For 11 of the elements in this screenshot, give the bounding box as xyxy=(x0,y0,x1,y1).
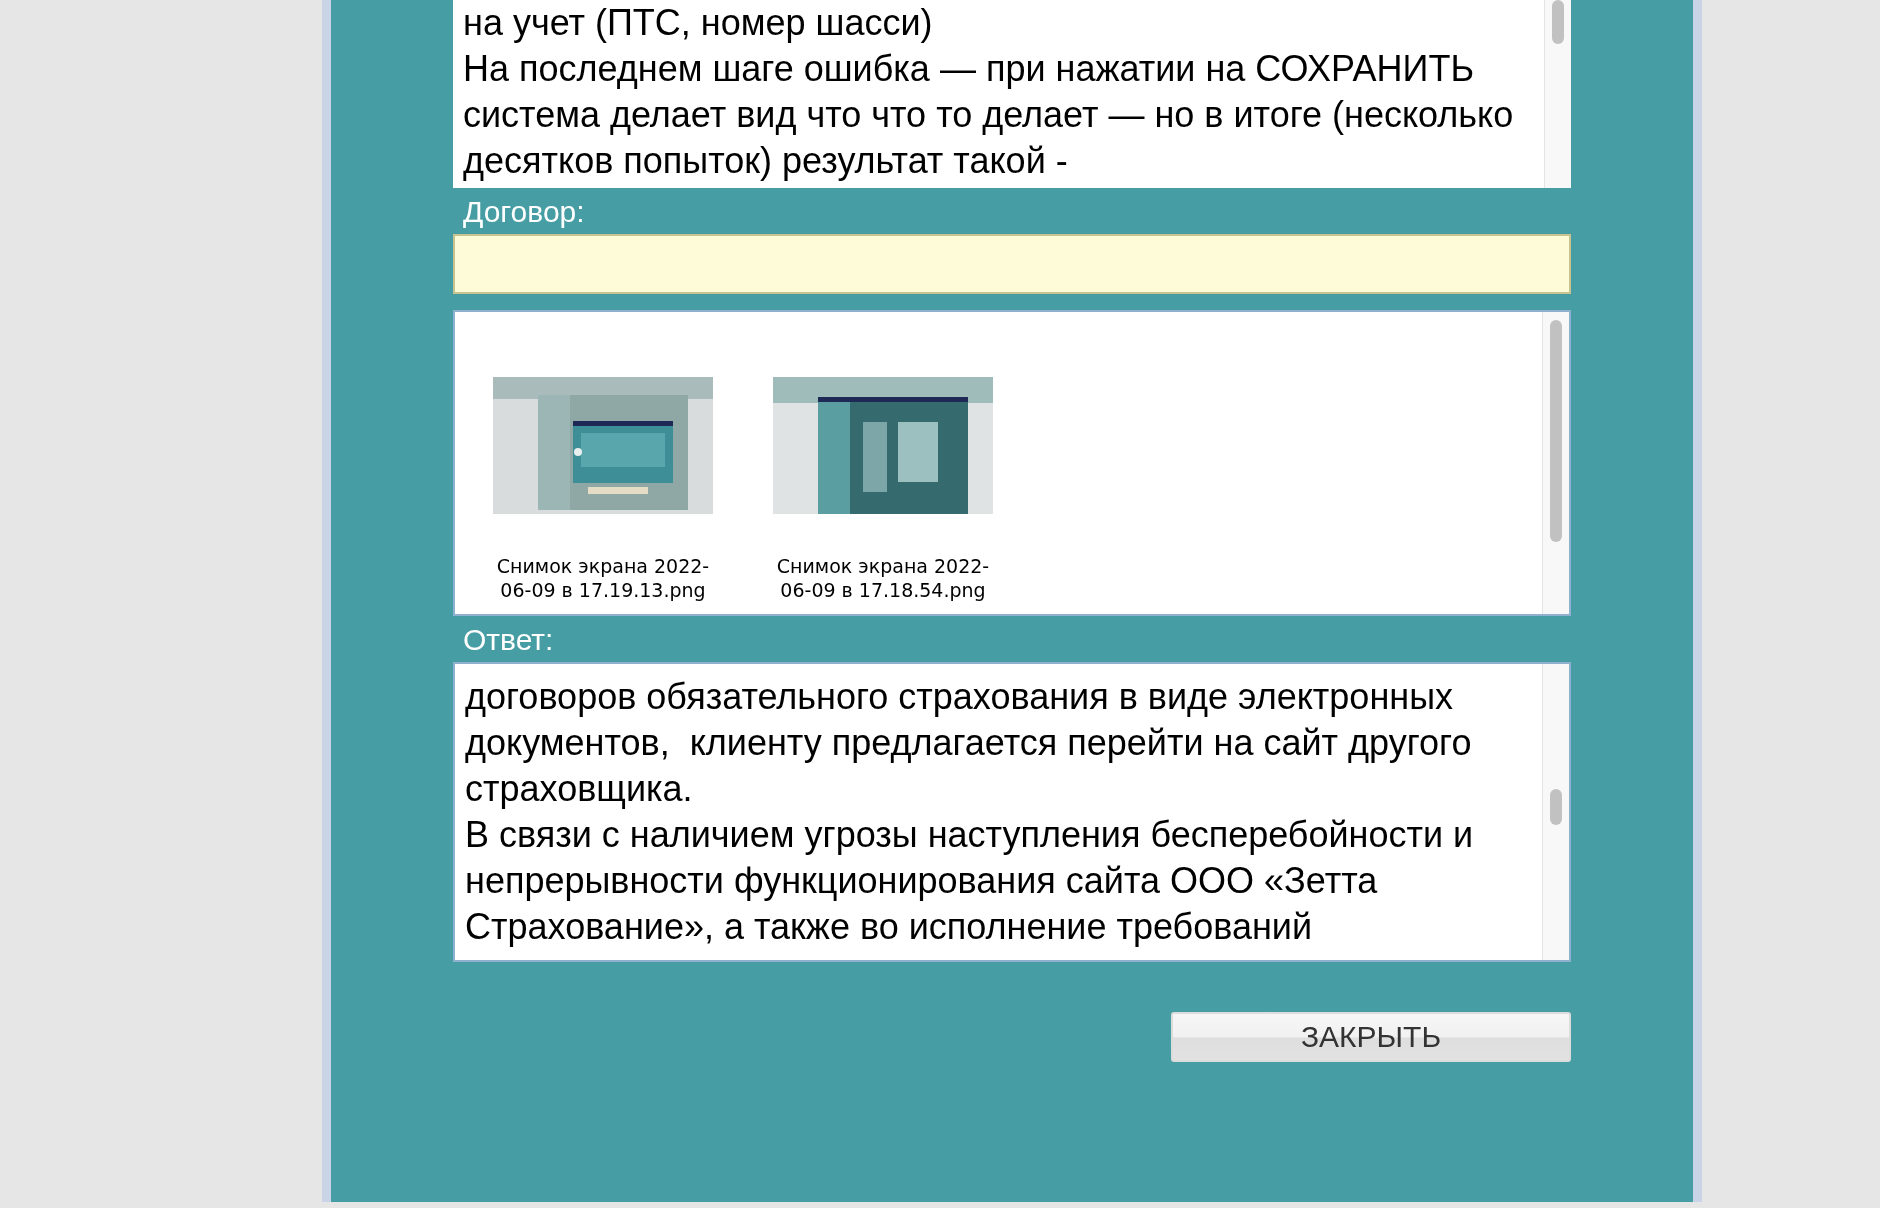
scrollbar[interactable] xyxy=(1544,0,1571,188)
file-name: Снимок экрана 2022-06-09 в 17.19.13.png xyxy=(495,554,711,602)
scrollbar[interactable] xyxy=(1542,664,1569,960)
close-button[interactable]: ЗАКРЫТЬ xyxy=(1171,1012,1571,1062)
field-label: Договор: xyxy=(462,194,586,230)
contract-field[interactable] xyxy=(453,234,1571,294)
answer-text: договоров обязательного страхования в виде электронных документов, клиенту предлагается перейти на сайт другого страховщика. В связи с наличием угрозы наступления бесперебойности и непрерывности функционирования сайта ООО «Зетта Страхование», а также во исполнение требований xyxy=(464,675,1475,949)
scrollbar[interactable] xyxy=(1542,312,1569,614)
file-name: Снимок экрана 2022-06-09 в 17.18.54.png xyxy=(775,554,991,602)
field-label: Ответ: xyxy=(462,622,555,658)
description-text: на учет (ПТС, номер шасси) На последнем шаге ошибка — при нажатии на СОХРАНИТЬ система делает вид что что то делает — но в итоге (несколько десятков попыток) результат такой - xyxy=(462,1,1515,183)
